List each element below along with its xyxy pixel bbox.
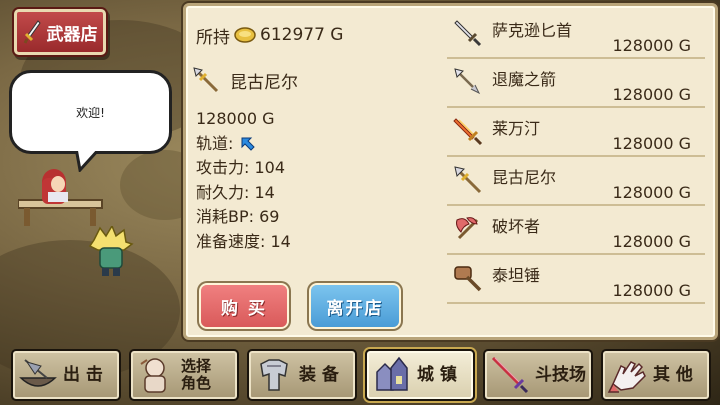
shop-title-text: 武器店 <box>46 24 98 45</box>
nav-select-character-button[interactable]: 选择 角色 <box>129 349 239 401</box>
durability-stat: 耐久力: 14 <box>196 182 275 202</box>
buy-button[interactable]: 购 买 <box>201 285 287 327</box>
selected-item-stats: 128000 G 轨道: 攻击力: 104 耐久力: 14 消耗BP: 69 准… <box>196 107 291 255</box>
nav-label-line1: 选择 <box>181 357 212 375</box>
arena-sword-icon <box>491 356 529 394</box>
sword-icon <box>23 20 41 44</box>
flame-sword-icon <box>453 118 483 146</box>
shop-title-badge: 武器店 <box>14 9 106 55</box>
character-icon <box>140 358 166 393</box>
trajectory-label: 轨道: <box>196 133 234 153</box>
nav-sortie-button[interactable]: 出 击 <box>11 349 121 401</box>
trajectory-arrow-icon <box>241 137 256 151</box>
item-price: 128000 G <box>612 232 691 251</box>
wallet-row: 所持 612977 G <box>196 23 344 48</box>
list-item[interactable]: 萨克逊匕首 128000 G <box>447 10 705 59</box>
wallet-label: 所持 <box>196 27 230 48</box>
list-item[interactable]: 昆古尼尔 128000 G <box>447 157 705 206</box>
item-price: 128000 G <box>196 109 275 128</box>
player-sprite <box>88 226 134 276</box>
nav-label: 斗技场 <box>535 365 586 385</box>
speech-bubble: 欢迎! <box>9 70 172 154</box>
gold-coin-icon <box>234 27 256 43</box>
item-price: 128000 G <box>612 134 691 153</box>
item-name: 泰坦锤 <box>492 266 541 285</box>
spear-icon <box>454 166 482 194</box>
item-price: 128000 G <box>612 183 691 202</box>
item-price: 128000 G <box>612 281 691 300</box>
arrow-icon <box>454 68 481 95</box>
item-price: 128000 G <box>612 85 691 104</box>
dagger-icon <box>454 20 482 47</box>
greeting-text: 欢迎! <box>76 105 105 120</box>
ship-icon <box>19 359 57 387</box>
nav-label: 城 镇 <box>417 365 457 385</box>
town-icon <box>376 356 408 391</box>
nav-label: 其 他 <box>653 365 693 385</box>
nav-label-line2: 角色 <box>181 374 212 392</box>
axe-icon <box>456 217 479 240</box>
spear-icon <box>193 67 219 93</box>
bottom-nav: 出 击 选择 角色 装 备 城 镇 斗技场 其 他 <box>0 345 720 405</box>
item-name: 破坏者 <box>492 217 541 236</box>
nav-arena-button[interactable]: 斗技场 <box>483 349 593 401</box>
list-item[interactable]: 莱万汀 128000 G <box>447 108 705 157</box>
nav-label: 选择 角色 <box>181 358 211 392</box>
item-name: 昆古尼尔 <box>492 168 557 187</box>
shopkeeper-sprite <box>18 169 103 226</box>
attack-stat: 攻击力: 104 <box>196 158 286 178</box>
item-name: 萨克逊匕首 <box>492 21 573 40</box>
list-item[interactable]: 泰坦锤 128000 G <box>447 255 705 304</box>
bp-cost-stat: 消耗BP: 69 <box>196 207 280 227</box>
selected-item-name: 昆古尼尔 <box>230 72 298 93</box>
shop-panel: 所持 612977 G 昆古尼尔 128000 G 轨道: 攻击力: 104 耐… <box>183 3 718 340</box>
list-item[interactable]: 破坏者 128000 G <box>447 206 705 255</box>
list-item[interactable]: 退魔之箭 128000 G <box>447 59 705 108</box>
nav-equipment-button[interactable]: 装 备 <box>247 349 357 401</box>
ready-speed-stat: 准备速度: 14 <box>196 231 291 251</box>
nav-label: 出 击 <box>63 365 103 385</box>
armor-icon <box>260 359 288 391</box>
nav-other-button[interactable]: 其 他 <box>601 349 711 401</box>
item-price: 128000 G <box>612 36 691 55</box>
item-name: 退魔之箭 <box>492 70 557 89</box>
hammer-icon <box>454 266 482 292</box>
nav-town-button[interactable]: 城 镇 <box>365 349 475 401</box>
selected-item-header: 昆古尼尔 <box>192 66 298 94</box>
wallet-amount: 612977 G <box>260 25 344 45</box>
hand-icon <box>607 361 646 393</box>
leave-shop-button[interactable]: 离开店 <box>311 285 399 327</box>
nav-label: 装 备 <box>299 365 339 385</box>
item-name: 莱万汀 <box>492 119 541 138</box>
item-list: 萨克逊匕首 128000 G 退魔之箭 128000 G 莱万汀 128000 … <box>447 10 705 304</box>
